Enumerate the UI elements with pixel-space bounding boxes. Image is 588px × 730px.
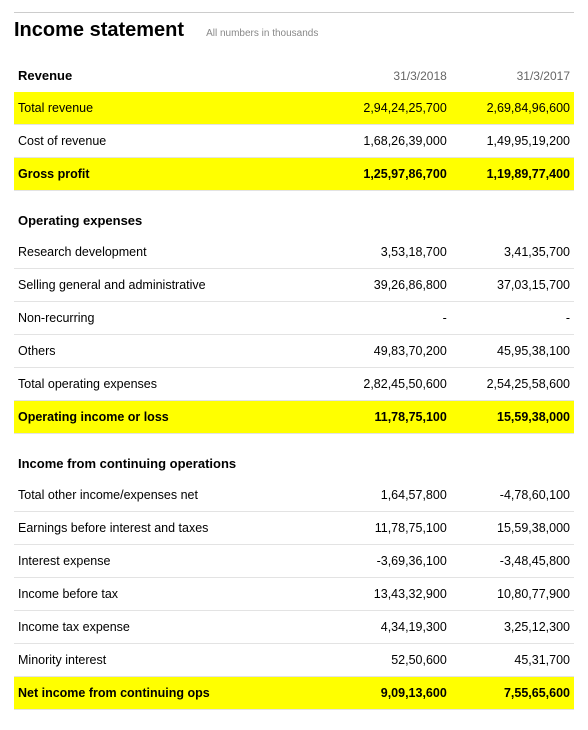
cell-value: 15,59,38,000 [451, 401, 574, 434]
row-sga: Selling general and administrative 39,26… [14, 269, 574, 302]
row-label: Operating income or loss [14, 401, 328, 434]
row-label: Total operating expenses [14, 368, 328, 401]
cell-value: 3,53,18,700 [328, 236, 451, 269]
section-heading-revenue: Revenue [14, 50, 328, 92]
row-non-recurring: Non-recurring - - [14, 302, 574, 335]
cell-value: 2,69,84,96,600 [451, 92, 574, 125]
cell-value: 11,78,75,100 [328, 401, 451, 434]
row-research-development: Research development 3,53,18,700 3,41,35… [14, 236, 574, 269]
cell-value: - [451, 302, 574, 335]
cell-value: 1,19,89,77,400 [451, 158, 574, 191]
cell-value: 2,94,24,25,700 [328, 92, 451, 125]
cell-value: 9,09,13,600 [328, 677, 451, 710]
row-label: Minority interest [14, 644, 328, 677]
cell-value: 11,78,75,100 [328, 512, 451, 545]
row-total-revenue: Total revenue 2,94,24,25,700 2,69,84,96,… [14, 92, 574, 125]
column-date-2: 31/3/2017 [451, 50, 574, 92]
cell-value: 2,54,25,58,600 [451, 368, 574, 401]
row-ebit: Earnings before interest and taxes 11,78… [14, 512, 574, 545]
page-title: Income statement [14, 19, 184, 42]
row-label: Total revenue [14, 92, 328, 125]
row-net-income-continuing-ops: Net income from continuing ops 9,09,13,6… [14, 677, 574, 710]
cell-value: 7,55,65,600 [451, 677, 574, 710]
page-subtitle: All numbers in thousands [206, 28, 318, 39]
row-label: Research development [14, 236, 328, 269]
column-date-1: 31/3/2018 [328, 50, 451, 92]
cell-value: 10,80,77,900 [451, 578, 574, 611]
section-heading-contops: Income from continuing operations [14, 434, 574, 480]
row-cost-of-revenue: Cost of revenue 1,68,26,39,000 1,49,95,1… [14, 125, 574, 158]
row-total-opex: Total operating expenses 2,82,45,50,600 … [14, 368, 574, 401]
cell-value: 15,59,38,000 [451, 512, 574, 545]
cell-value: 37,03,15,700 [451, 269, 574, 302]
cell-value: - [328, 302, 451, 335]
cell-value: 4,34,19,300 [328, 611, 451, 644]
row-label: Net income from continuing ops [14, 677, 328, 710]
row-income-tax-expense: Income tax expense 4,34,19,300 3,25,12,3… [14, 611, 574, 644]
header: Income statement All numbers in thousand… [14, 12, 574, 50]
cell-value: 49,83,70,200 [328, 335, 451, 368]
row-label: Cost of revenue [14, 125, 328, 158]
cell-value: 3,41,35,700 [451, 236, 574, 269]
row-label: Income tax expense [14, 611, 328, 644]
row-label: Others [14, 335, 328, 368]
cell-value: 39,26,86,800 [328, 269, 451, 302]
row-minority-interest: Minority interest 52,50,600 45,31,700 [14, 644, 574, 677]
row-label: Non-recurring [14, 302, 328, 335]
row-other-income: Total other income/expenses net 1,64,57,… [14, 479, 574, 512]
cell-value: -3,69,36,100 [328, 545, 451, 578]
row-label: Gross profit [14, 158, 328, 191]
cell-value: 2,82,45,50,600 [328, 368, 451, 401]
cell-value: 52,50,600 [328, 644, 451, 677]
section-heading-opex: Operating expenses [14, 191, 574, 237]
cell-value: 13,43,32,900 [328, 578, 451, 611]
row-income-before-tax: Income before tax 13,43,32,900 10,80,77,… [14, 578, 574, 611]
cell-value: 1,25,97,86,700 [328, 158, 451, 191]
row-label: Total other income/expenses net [14, 479, 328, 512]
row-label: Income before tax [14, 578, 328, 611]
cell-value: 3,25,12,300 [451, 611, 574, 644]
row-label: Selling general and administrative [14, 269, 328, 302]
row-label: Earnings before interest and taxes [14, 512, 328, 545]
cell-value: -3,48,45,800 [451, 545, 574, 578]
cell-value: 1,68,26,39,000 [328, 125, 451, 158]
row-others: Others 49,83,70,200 45,95,38,100 [14, 335, 574, 368]
section-heading-row: Revenue 31/3/2018 31/3/2017 [14, 50, 574, 92]
cell-value: -4,78,60,100 [451, 479, 574, 512]
income-statement-table: Revenue 31/3/2018 31/3/2017 Total revenu… [14, 50, 574, 710]
row-label: Interest expense [14, 545, 328, 578]
cell-value: 1,64,57,800 [328, 479, 451, 512]
cell-value: 45,31,700 [451, 644, 574, 677]
row-operating-income: Operating income or loss 11,78,75,100 15… [14, 401, 574, 434]
row-gross-profit: Gross profit 1,25,97,86,700 1,19,89,77,4… [14, 158, 574, 191]
row-interest-expense: Interest expense -3,69,36,100 -3,48,45,8… [14, 545, 574, 578]
cell-value: 45,95,38,100 [451, 335, 574, 368]
section-heading-row: Operating expenses [14, 191, 574, 237]
cell-value: 1,49,95,19,200 [451, 125, 574, 158]
section-heading-row: Income from continuing operations [14, 434, 574, 480]
